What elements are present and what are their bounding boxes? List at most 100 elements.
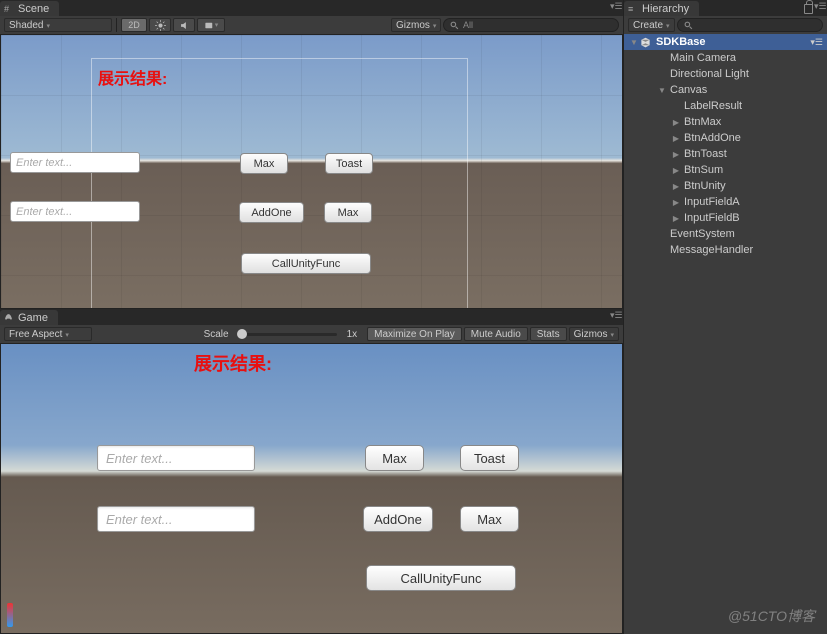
game-tab-icon — [4, 313, 13, 324]
game-gizmos-dropdown[interactable]: Gizmos — [569, 327, 619, 341]
stats-button[interactable]: Stats — [530, 327, 567, 341]
hierarchy-item[interactable]: ▶BtnUnity — [624, 178, 827, 194]
expand-icon[interactable]: ▶ — [670, 198, 682, 207]
scene-pane-menu-icon[interactable]: ▾☰ — [610, 1, 620, 11]
btn-toast[interactable]: Toast — [325, 153, 373, 174]
hierarchy-item[interactable]: ▶BtnToast — [624, 146, 827, 162]
hierarchy-item[interactable]: Directional Light — [624, 66, 827, 82]
hierarchy-tree[interactable]: ▼ SDKBase ▾☰ Main Camera Directional Ligh… — [624, 34, 827, 634]
hierarchy-item-label: InputFieldB — [684, 212, 740, 224]
expand-icon[interactable]: ▶ — [670, 214, 682, 223]
result-label: 展示结果: — [98, 65, 167, 89]
hierarchy-scene-row[interactable]: ▼ SDKBase ▾☰ — [624, 34, 827, 50]
scale-slider-thumb[interactable] — [237, 329, 247, 339]
shading-mode-dropdown[interactable]: Shaded — [4, 18, 112, 32]
hierarchy-item-label: LabelResult — [684, 100, 742, 112]
hierarchy-item[interactable]: MessageHandler — [624, 242, 827, 258]
input-a[interactable]: Enter text... — [97, 445, 255, 471]
game-toolbar: Free Aspect Scale 1x Maximize On Play Mu… — [0, 325, 623, 343]
input-b[interactable]: Enter text... — [97, 506, 255, 532]
gradient-indicator-icon — [7, 603, 13, 627]
hierarchy-item-label: BtnAddOne — [684, 132, 741, 144]
hierarchy-item-label: Canvas — [670, 84, 707, 96]
btn-max2[interactable]: Max — [460, 506, 519, 532]
scene-tab-icon: # — [4, 4, 9, 14]
input-b[interactable]: Enter text... — [10, 201, 140, 222]
btn-addone[interactable]: AddOne — [239, 202, 304, 223]
btn-toast[interactable]: Toast — [460, 445, 519, 471]
btn-callunity[interactable]: CallUnityFunc — [241, 253, 371, 274]
fx-toggle-icon[interactable]: ▾ — [197, 18, 225, 32]
expand-icon[interactable]: ▶ — [670, 182, 682, 191]
hierarchy-tab-bar: ≡ Hierarchy ▾☰ — [624, 0, 827, 16]
aspect-dropdown[interactable]: Free Aspect — [4, 327, 92, 341]
hierarchy-item[interactable]: Main Camera — [624, 50, 827, 66]
unity-scene-icon — [640, 37, 651, 48]
scale-label: Scale — [204, 329, 229, 340]
hierarchy-item-label: BtnSum — [684, 164, 723, 176]
mute-audio-button[interactable]: Mute Audio — [464, 327, 528, 341]
audio-toggle-icon[interactable] — [173, 18, 195, 32]
hierarchy-item-label: EventSystem — [670, 228, 735, 240]
expand-icon[interactable]: ▶ — [670, 150, 682, 159]
hierarchy-item[interactable]: ▶InputFieldA — [624, 194, 827, 210]
hierarchy-item-label: Main Camera — [670, 52, 736, 64]
hierarchy-item[interactable]: ▶BtnMax — [624, 114, 827, 130]
hierarchy-item[interactable]: ▶BtnAddOne — [624, 130, 827, 146]
hierarchy-search-input[interactable] — [677, 18, 823, 32]
hierarchy-item-label: BtnUnity — [684, 180, 726, 192]
hierarchy-tab-icon: ≡ — [628, 4, 633, 14]
hierarchy-item-label: BtnToast — [684, 148, 727, 160]
watermark-text: @51CTO博客 — [728, 606, 815, 626]
expand-icon[interactable]: ▶ — [670, 134, 682, 143]
create-dropdown[interactable]: Create — [628, 18, 675, 32]
btn-addone[interactable]: AddOne — [363, 506, 433, 532]
game-pane: Game ▾☰ Free Aspect Scale 1x Maximize On… — [0, 309, 623, 634]
expand-icon[interactable]: ▼ — [656, 86, 668, 95]
hierarchy-pane-menu-icon[interactable]: ▾☰ — [814, 1, 824, 11]
result-label: 展示结果: — [194, 350, 272, 376]
btn-2d[interactable]: 2D — [121, 18, 147, 32]
hierarchy-item[interactable]: ▶InputFieldB — [624, 210, 827, 226]
scene-search-input[interactable]: All — [443, 18, 619, 32]
hierarchy-item-label: BtnMax — [684, 116, 721, 128]
game-tab-label: Game — [18, 312, 48, 324]
scale-slider[interactable] — [237, 333, 337, 336]
expand-icon[interactable]: ▶ — [670, 166, 682, 175]
scene-pane: # Scene ▾☰ Shaded 2D ▾ Gizmos All 展示结果: … — [0, 0, 623, 309]
lighting-toggle-icon[interactable] — [149, 18, 171, 32]
hierarchy-item[interactable]: ▶BtnSum — [624, 162, 827, 178]
hierarchy-item[interactable]: LabelResult — [624, 98, 827, 114]
hierarchy-tab[interactable]: ≡ Hierarchy — [624, 1, 699, 16]
scene-menu-icon[interactable]: ▾☰ — [810, 37, 823, 48]
lock-icon[interactable] — [804, 4, 813, 14]
btn-max[interactable]: Max — [365, 445, 424, 471]
hierarchy-item[interactable]: ▼Canvas — [624, 82, 827, 98]
scale-value: 1x — [347, 329, 358, 340]
gizmos-dropdown[interactable]: Gizmos — [391, 18, 441, 32]
expand-icon[interactable]: ▼ — [628, 38, 640, 47]
scene-viewport[interactable]: 展示结果: Enter text... Enter text... Max To… — [0, 34, 623, 309]
input-a[interactable]: Enter text... — [10, 152, 140, 173]
game-tab-bar: Game ▾☰ — [0, 309, 623, 325]
maximize-on-play-button[interactable]: Maximize On Play — [367, 327, 462, 341]
btn-max2[interactable]: Max — [324, 202, 372, 223]
expand-icon[interactable]: ▶ — [670, 118, 682, 127]
game-viewport[interactable]: 展示结果: Enter text... Enter text... Max To… — [0, 343, 623, 634]
hierarchy-item-label: MessageHandler — [670, 244, 753, 256]
hierarchy-item-label: Directional Light — [670, 68, 749, 80]
hierarchy-pane: ≡ Hierarchy ▾☰ Create ▼ SDKBase ▾☰ Main … — [623, 0, 827, 634]
game-tab[interactable]: Game — [0, 310, 58, 325]
hierarchy-tab-label: Hierarchy — [642, 3, 689, 15]
scene-toolbar: Shaded 2D ▾ Gizmos All — [0, 16, 623, 34]
hierarchy-item[interactable]: EventSystem — [624, 226, 827, 242]
hierarchy-toolbar: Create — [624, 16, 827, 34]
btn-callunity[interactable]: CallUnityFunc — [366, 565, 516, 591]
scene-tab[interactable]: # Scene — [0, 1, 59, 16]
scene-tab-bar: # Scene ▾☰ — [0, 0, 623, 16]
hierarchy-item-label: InputFieldA — [684, 196, 740, 208]
scene-name: SDKBase — [656, 36, 706, 48]
game-pane-menu-icon[interactable]: ▾☰ — [610, 310, 620, 320]
scene-tab-label: Scene — [18, 3, 49, 15]
btn-max[interactable]: Max — [240, 153, 288, 174]
